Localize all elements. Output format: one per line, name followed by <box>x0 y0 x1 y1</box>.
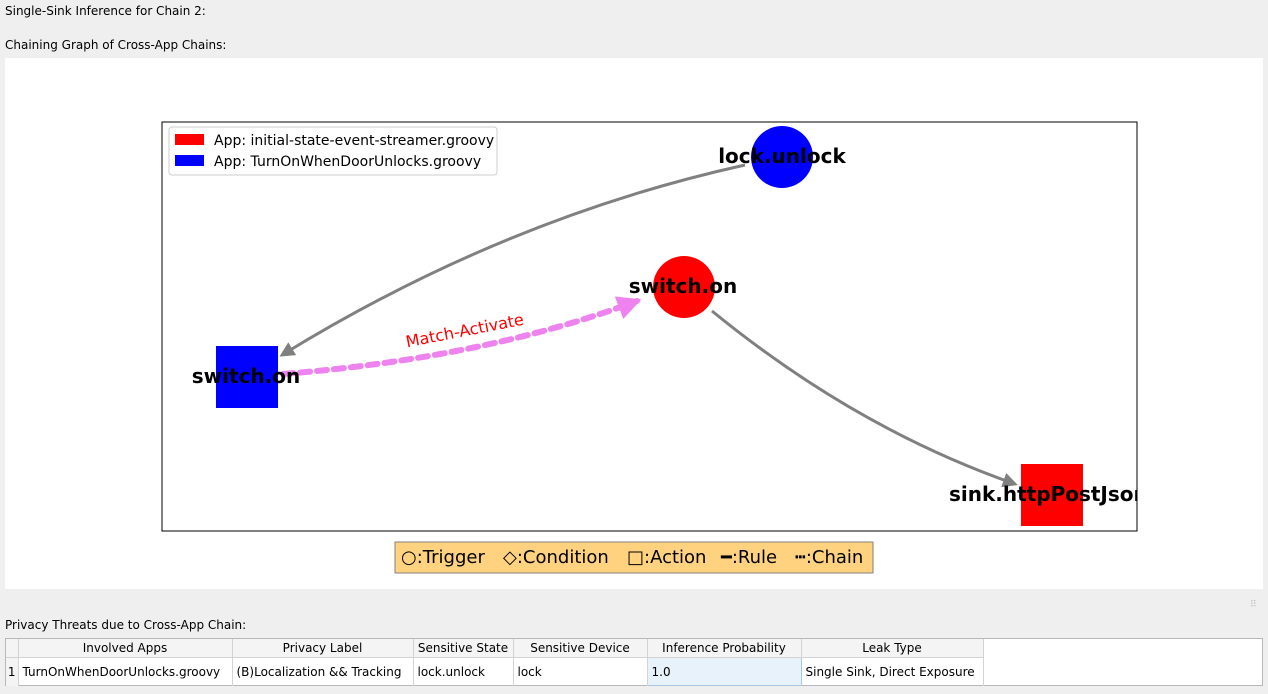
inference-label: Single-Sink Inference for Chain 2: <box>5 4 206 18</box>
node-label-switch-on-action: switch.on <box>192 364 300 388</box>
app-legend: App: initial-state-event-streamer.groovy… <box>168 126 498 176</box>
axes-frame <box>161 121 1138 532</box>
legend-label-red-app: App: initial-state-event-streamer.groovy <box>214 133 494 149</box>
key-trigger: ○:Trigger <box>401 547 485 568</box>
key-action: □:Action <box>627 547 706 568</box>
column-header-involved-apps[interactable]: Involved Apps <box>18 639 233 658</box>
key-rule: ━:Rule <box>720 547 777 568</box>
key-chain: ┅:Chain <box>795 547 863 568</box>
splitter-grip[interactable]: ⠿ <box>1250 600 1257 610</box>
table-header-row: Involved Apps Privacy Label Sensitive St… <box>6 639 984 658</box>
cell-sensitive-device[interactable]: lock <box>513 657 648 686</box>
column-header-sensitive-device[interactable]: Sensitive Device <box>513 639 648 658</box>
threats-grid: Involved Apps Privacy Label Sensitive St… <box>6 639 984 686</box>
column-header-privacy-label[interactable]: Privacy Label <box>232 639 414 658</box>
column-header-leak-type[interactable]: Leak Type <box>801 639 984 658</box>
graph-panel: Match-Activate lock.unlock switch.on swi… <box>5 58 1263 589</box>
row-number-header <box>6 639 19 658</box>
node-label-switch-on-trigger: switch.on <box>629 274 737 298</box>
row-number: 1 <box>6 657 19 686</box>
column-header-sensitive-state[interactable]: Sensitive State <box>413 639 514 658</box>
threats-label: Privacy Threats due to Cross-App Chain: <box>5 618 247 632</box>
legend-label-blue-app: App: TurnOnWhenDoorUnlocks.groovy <box>214 154 481 170</box>
privacy-threats-table: Involved Apps Privacy Label Sensitive St… <box>5 638 1263 686</box>
graph-label: Chaining Graph of Cross-App Chains: <box>5 38 227 52</box>
legend-swatch-red <box>175 134 204 145</box>
cell-sensitive-state[interactable]: lock.unlock <box>413 657 514 686</box>
chaining-graph: Match-Activate lock.unlock switch.on swi… <box>161 121 1148 574</box>
column-header-inference-probability[interactable]: Inference Probability <box>647 639 802 658</box>
node-label-sink: sink.httpPostJson <box>949 482 1148 506</box>
table-row[interactable]: 1 TurnOnWhenDoorUnlocks.groovy (B)Locali… <box>6 657 984 686</box>
cell-privacy-label[interactable]: (B)Localization && Tracking <box>232 657 414 686</box>
cell-leak-type[interactable]: Single Sink, Direct Exposure <box>801 657 984 686</box>
cell-involved-apps[interactable]: TurnOnWhenDoorUnlocks.groovy <box>18 657 233 686</box>
cell-inference-probability[interactable]: 1.0 <box>646 657 802 686</box>
shape-key: ○:Trigger ◇:Condition □:Action ━:Rule ┅:… <box>394 541 874 574</box>
key-condition: ◇:Condition <box>503 547 609 568</box>
node-label-lock-unlock: lock.unlock <box>718 144 846 168</box>
legend-swatch-blue <box>175 155 204 166</box>
